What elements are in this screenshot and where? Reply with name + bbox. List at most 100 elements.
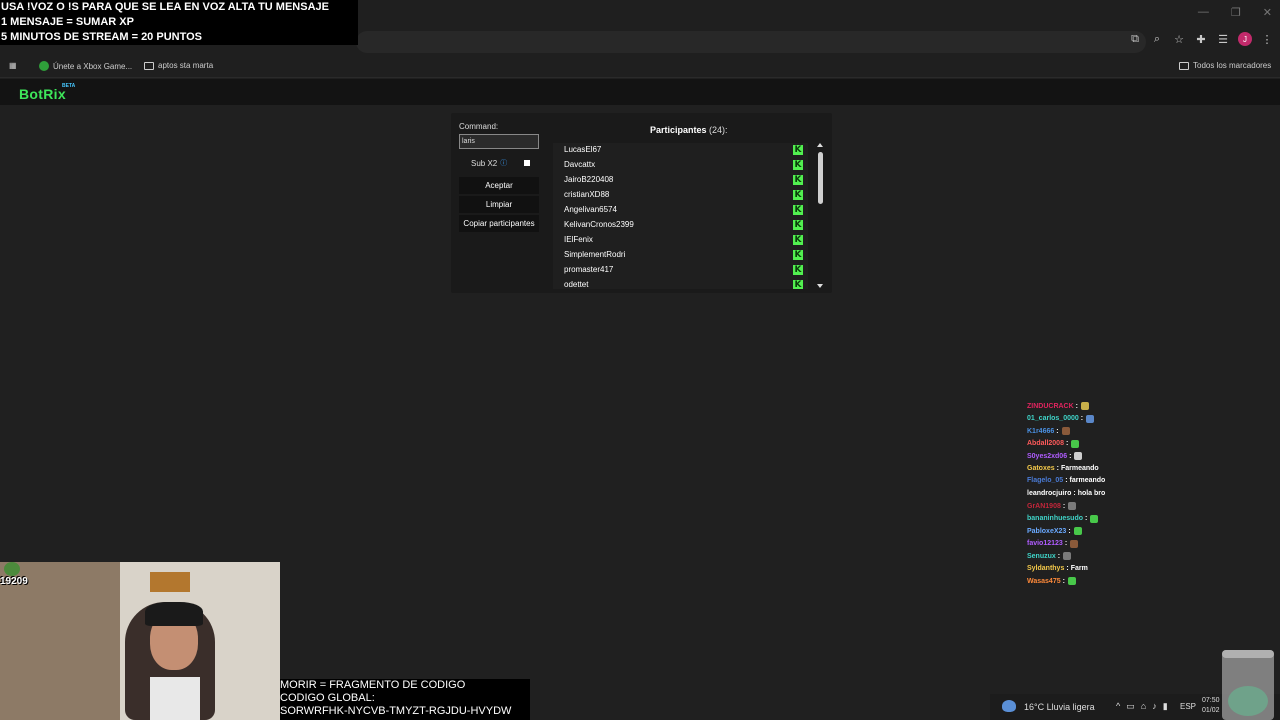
chat-emote-icon: [1090, 514, 1099, 523]
bookmark-xbox-label: Únete a Xbox Game...: [53, 61, 133, 71]
bookmark-xbox[interactable]: Únete a Xbox Game...: [39, 61, 132, 71]
accept-button[interactable]: Aceptar: [459, 177, 539, 194]
stream-overlay-bottom: MORIR = FRAGMENTO DE CODIGO CODIGO GLOBA…: [280, 679, 530, 720]
chat-separator: :: [1073, 489, 1076, 497]
beta-badge: BETA: [62, 83, 76, 89]
network-icon[interactable]: ⌂: [1141, 701, 1146, 712]
participants-scrollbar[interactable]: [815, 143, 825, 289]
chat-username: bananinhuesudo: [1027, 515, 1083, 522]
kick-icon: K: [793, 219, 803, 230]
info-icon[interactable]: ⓘ: [500, 158, 507, 168]
streamer-shirt: [150, 677, 200, 720]
menu-icon[interactable]: ⋮: [1260, 32, 1274, 46]
kick-icon: K: [793, 264, 803, 275]
kick-icon: K: [793, 144, 803, 155]
bookmark-star-icon[interactable]: ☆: [1172, 32, 1186, 46]
chat-message: ZINDUCRACK:: [1027, 402, 1090, 410]
battery-icon[interactable]: ▮: [1163, 701, 1168, 712]
scroll-thumb[interactable]: [818, 152, 823, 204]
chat-username: GrAN1908: [1027, 502, 1061, 510]
extensions-icon[interactable]: ✚: [1194, 32, 1208, 46]
participant-name: SimplementRodri: [564, 250, 626, 259]
chat-text: hola bro: [1077, 489, 1106, 497]
chat-username: 01_carlos_0000: [1027, 415, 1079, 422]
copy-participants-button[interactable]: Copiar participantes: [459, 215, 539, 232]
chat-emote-icon: [1063, 552, 1072, 560]
weather-text[interactable]: 16°C Lluvia ligera: [1024, 702, 1095, 712]
scroll-down-arrow-icon[interactable]: [817, 284, 823, 288]
chat-username: K1r4666: [1027, 427, 1055, 435]
system-tray: ^ ▭ ⌂ ♪ ▮: [1116, 701, 1168, 712]
participant-name: odettet: [564, 280, 589, 289]
sub-x2-label: Sub X2: [471, 158, 498, 168]
chevron-up-icon[interactable]: ^: [1116, 701, 1120, 712]
translate-icon[interactable]: ⧉: [1128, 32, 1142, 46]
sub-x2-checkbox[interactable]: [524, 160, 530, 166]
profile-avatar[interactable]: J: [1238, 32, 1252, 46]
chat-separator: :: [1065, 440, 1069, 447]
clock[interactable]: 07:50 01/02: [1202, 696, 1220, 716]
minimize-icon[interactable]: —: [1198, 6, 1209, 19]
kick-icon: K: [793, 204, 803, 215]
chat-message: leandrocjuiro: hola bro: [1027, 490, 1105, 497]
chat-username: Gatoxes: [1027, 464, 1055, 472]
address-bar[interactable]: [356, 31, 1146, 53]
clear-button[interactable]: Limpiar: [459, 196, 539, 213]
clock-time: 07:50: [1202, 697, 1220, 704]
chat-username: leandrocjuiro: [1027, 489, 1072, 497]
chat-username: ZINDUCRACK: [1027, 402, 1074, 410]
all-bookmarks[interactable]: Todos los marcadores: [1179, 61, 1271, 70]
participant-name: LucasEl67: [564, 145, 602, 154]
participant-row: JairoB220408 K: [553, 173, 808, 188]
chat-separator: :: [1064, 540, 1068, 547]
bookmark-folder-label: aptos sta marta: [158, 61, 214, 70]
media-icon[interactable]: ☰: [1216, 32, 1230, 46]
restore-icon[interactable]: ❐: [1231, 6, 1241, 19]
chat-username: Syldanthys: [1027, 564, 1065, 572]
participants-list[interactable]: LucasEl67 K Davcattx K JairoB220408 Kcristian…: [553, 143, 808, 289]
chat-message: Wasas475:: [1027, 577, 1076, 585]
participant-row: SimplementRodri K: [553, 248, 808, 263]
participant-name: Davcattx: [564, 160, 596, 169]
chat-username: Senuzux: [1027, 552, 1056, 560]
cup-contents: [1228, 686, 1268, 716]
apps-grid-icon[interactable]: ▦: [9, 61, 17, 70]
chat-message: Flagelo_05: farmeando: [1027, 477, 1105, 484]
command-input[interactable]: laris: [459, 134, 539, 149]
language-indicator[interactable]: ESP: [1180, 702, 1196, 711]
kick-icon: K: [793, 159, 803, 170]
zoom-icon[interactable]: ⌕: [1150, 32, 1164, 46]
chat-separator: :: [1068, 527, 1071, 535]
chat-separator: :: [1056, 427, 1059, 435]
webcam-feed: 19209: [0, 562, 280, 720]
chat-message: GrAN1908:: [1027, 502, 1077, 510]
volume-icon[interactable]: ♪: [1152, 701, 1157, 712]
participant-row: Davcattx K: [553, 158, 808, 173]
sub-x2-row: Sub X2 ⓘ: [471, 158, 507, 168]
giveaway-panel: Command: laris Sub X2 ⓘ Aceptar Limpiar …: [451, 113, 832, 293]
chat-separator: :: [1065, 477, 1068, 484]
participant-row: cristianXD88 K: [553, 188, 808, 203]
participants-title: Participantes (24):: [650, 125, 728, 135]
chat-emote-icon: [1067, 577, 1076, 585]
bookmark-folder-aptos[interactable]: aptos sta marta: [144, 61, 213, 70]
chat-separator: :: [1085, 515, 1088, 522]
scroll-up-arrow-icon[interactable]: [817, 143, 823, 147]
cup-rim: [1222, 650, 1274, 658]
chat-overlay: ZINDUCRACK:01_carlos_0000: K1r4666: Abdall…: [1025, 392, 1280, 592]
streamer-headphones: [145, 602, 203, 626]
chat-message: K1r4666:: [1027, 427, 1070, 435]
botrix-logo[interactable]: BotRix: [19, 86, 66, 102]
kick-icon: K: [793, 249, 803, 260]
screen-icon[interactable]: ▭: [1126, 701, 1135, 712]
window-controls: — ❐ ✕: [1198, 6, 1272, 19]
close-icon[interactable]: ✕: [1263, 6, 1272, 19]
overlay-bottom-line2: CODIGO GLOBAL:: [280, 692, 375, 704]
weather-rain-icon[interactable]: [1002, 700, 1016, 712]
chat-message: PabloxeX23:: [1027, 527, 1082, 535]
kick-icon: K: [793, 189, 803, 200]
participants-title-label: Participantes: [650, 125, 707, 135]
chat-separator: :: [1057, 552, 1061, 560]
overlay-top-line2: 1 MENSAJE = SUMAR XP: [1, 16, 134, 28]
chat-message: Syldanthys: Farm: [1027, 565, 1088, 572]
